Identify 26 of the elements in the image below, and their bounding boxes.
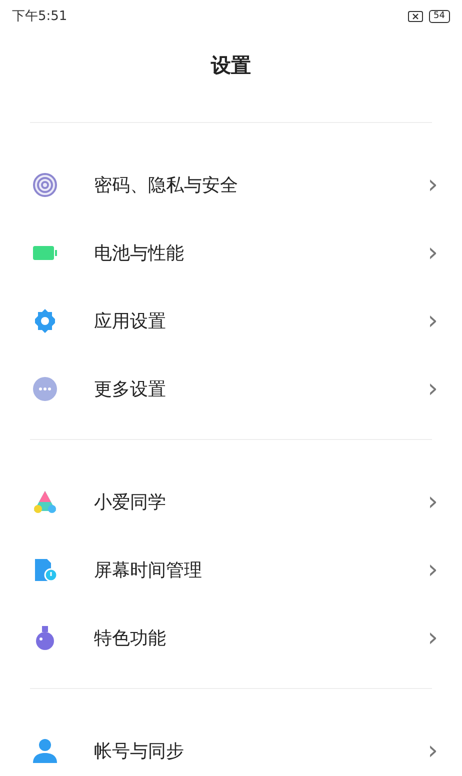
assistant-icon xyxy=(32,489,58,515)
chevron-icon: › xyxy=(428,308,438,334)
settings-item[interactable]: 应用设置 › xyxy=(0,287,462,355)
chevron-icon: › xyxy=(428,557,438,583)
battery-level: 54 xyxy=(428,10,450,22)
page-title: 设置 xyxy=(210,52,252,79)
fingerprint-icon xyxy=(32,172,58,198)
person-icon xyxy=(32,738,58,764)
chevron-icon: › xyxy=(428,489,438,515)
settings-item[interactable]: 帐号与同步 › xyxy=(0,717,462,776)
chevron-icon: › xyxy=(428,240,438,266)
chevron-icon: › xyxy=(428,172,438,198)
settings-icon xyxy=(32,308,58,334)
settings-item[interactable]: 电池与性能 › xyxy=(0,219,462,287)
settings-item[interactable]: 更多设置 › xyxy=(0,355,462,423)
chevron-icon: › xyxy=(428,625,438,651)
screen-time-icon xyxy=(32,557,58,583)
more-icon xyxy=(32,376,58,402)
settings-item[interactable]: 密码、隐私与安全 › xyxy=(0,151,462,219)
chevron-icon: › xyxy=(428,738,438,764)
settings-item[interactable]: 屏幕时间管理 › xyxy=(0,536,462,604)
settings-item[interactable]: 特色功能 › xyxy=(0,604,462,672)
chevron-icon: › xyxy=(428,376,438,402)
no-sim-icon xyxy=(408,10,423,22)
status-time: 下午5:51 xyxy=(12,8,68,25)
settings-item[interactable]: 小爱同学 › xyxy=(0,468,462,536)
